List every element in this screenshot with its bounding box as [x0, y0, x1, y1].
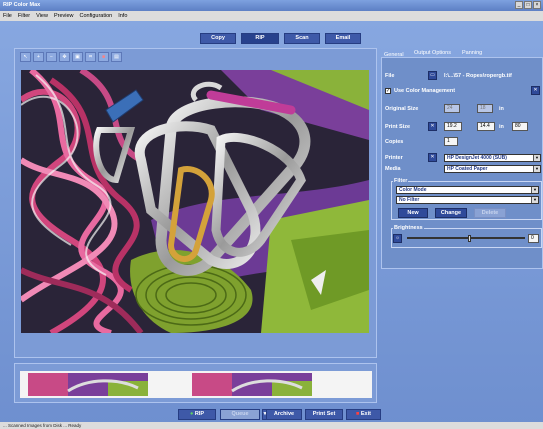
file-label: File: [385, 73, 395, 79]
status-text: ... Scanned Images from Disk ... Ready: [3, 423, 82, 428]
thumbnail-images-icon: [28, 373, 312, 396]
thumbnail-strip: [20, 371, 372, 398]
copies-field[interactable]: 1: [444, 137, 458, 146]
stop-icon[interactable]: ■: [98, 52, 109, 62]
tab-output-options[interactable]: Output Options: [414, 50, 451, 56]
printer-select[interactable]: HP DesignJet 4000 (SUB) ▼: [444, 154, 541, 162]
print-width-field[interactable]: 19.2: [444, 122, 462, 131]
maximize-icon[interactable]: □: [524, 1, 532, 9]
exit-button-label: Exit: [360, 411, 371, 417]
zoom-out-icon[interactable]: −: [46, 52, 57, 62]
color-management-checkbox[interactable]: ✓: [385, 88, 391, 94]
carabiner-photo-icon: [21, 70, 369, 333]
tab-scan[interactable]: Scan: [284, 33, 320, 44]
tab-copy[interactable]: Copy: [200, 33, 236, 44]
file-path: I:\...\57 - Ropes\ropergb.tif: [444, 73, 512, 79]
menu-preview[interactable]: Preview: [54, 13, 74, 19]
close-icon[interactable]: ×: [533, 1, 541, 9]
rip-button-label: RIP: [194, 411, 205, 417]
chevron-down-icon[interactable]: ▼: [531, 197, 538, 203]
preview-toolbar: ↖ + − ✥ ▣ ⌗ ■ ▤: [20, 52, 122, 62]
filter-mode-select[interactable]: Color Mode ▼: [396, 186, 539, 194]
exit-button[interactable]: ■ Exit: [346, 409, 381, 420]
brightness-icon[interactable]: ☼: [393, 234, 402, 243]
copies-label: Copies: [385, 139, 404, 145]
print-height-field[interactable]: 14.4: [477, 122, 495, 131]
folder-icon[interactable]: ▭: [428, 71, 437, 80]
original-height-field: 18: [477, 104, 493, 113]
chevron-down-icon[interactable]: ▼: [533, 155, 540, 161]
filter-change-button[interactable]: Change: [435, 208, 467, 218]
filter-group-label: Filter: [393, 178, 409, 184]
print-set-button[interactable]: Print Set: [305, 409, 343, 420]
original-size-label: Original Size: [385, 106, 419, 112]
zoom-in-icon[interactable]: +: [33, 52, 44, 62]
media-select[interactable]: HP Coated Paper ▼: [444, 165, 541, 173]
rip-button[interactable]: ● RIP: [178, 409, 216, 420]
print-percent-field[interactable]: 80: [512, 122, 528, 131]
color-management-label: Use Color Management: [394, 88, 456, 94]
print-unit: in: [499, 124, 504, 130]
window-titlebar: RIP Color Max: [0, 0, 543, 11]
lock-ratio-icon[interactable]: ✕: [428, 122, 437, 131]
brightness-slider-handle[interactable]: [468, 235, 471, 242]
printer-settings-icon[interactable]: ✕: [428, 153, 437, 162]
preview-image: [21, 70, 369, 333]
menu-file[interactable]: File: [3, 13, 12, 19]
app-title: RIP Color Max: [3, 2, 41, 8]
printer-label: Printer: [385, 155, 403, 161]
window-controls: _ □ ×: [515, 1, 541, 9]
tab-general[interactable]: General: [384, 52, 404, 58]
print-size-label: Print Size: [385, 124, 411, 130]
filter-select[interactable]: No Filter ▼: [396, 196, 539, 204]
brightness-slider[interactable]: [407, 237, 525, 239]
minimize-icon[interactable]: _: [515, 1, 523, 9]
tab-email[interactable]: Email: [325, 33, 361, 44]
chevron-down-icon[interactable]: ▼: [533, 166, 540, 172]
tab-rip[interactable]: RIP: [241, 33, 279, 44]
brightness-label: Brightness: [393, 225, 424, 231]
filter-value: No Filter: [399, 197, 420, 203]
filter-new-button[interactable]: New: [398, 208, 428, 218]
archive-button[interactable]: Archive: [266, 409, 302, 420]
printer-value: HP DesignJet 4000 (SUB): [447, 155, 507, 161]
color-settings-icon[interactable]: ✕: [531, 86, 540, 95]
chevron-down-icon[interactable]: ▼: [531, 187, 538, 193]
rip-go-icon: ●: [189, 411, 194, 417]
fit-icon[interactable]: ▣: [72, 52, 83, 62]
menu-bar: File Filter View Preview Configuration I…: [0, 11, 543, 21]
select-tool-icon[interactable]: ↖: [20, 52, 31, 62]
image-icon[interactable]: ▤: [111, 52, 122, 62]
media-label: Media: [385, 166, 401, 172]
tab-panning[interactable]: Panning: [462, 50, 482, 56]
filter-delete-button: Delete: [474, 208, 506, 218]
status-bar: ... Scanned Images from Disk ... Ready: [0, 422, 543, 429]
original-width-field: 24: [444, 104, 460, 113]
exit-icon: ■: [356, 411, 360, 417]
queue-button: Queue: [220, 409, 260, 420]
menu-filter[interactable]: Filter: [18, 13, 30, 19]
brightness-value[interactable]: 0: [528, 234, 539, 243]
crop-icon[interactable]: ⌗: [85, 52, 96, 62]
menu-configuration[interactable]: Configuration: [80, 13, 113, 19]
media-value: HP Coated Paper: [447, 166, 488, 172]
pan-icon[interactable]: ✥: [59, 52, 70, 62]
menu-info[interactable]: Info: [118, 13, 127, 19]
filter-mode-value: Color Mode: [399, 187, 427, 193]
original-unit: in: [499, 106, 504, 112]
menu-view[interactable]: View: [36, 13, 48, 19]
